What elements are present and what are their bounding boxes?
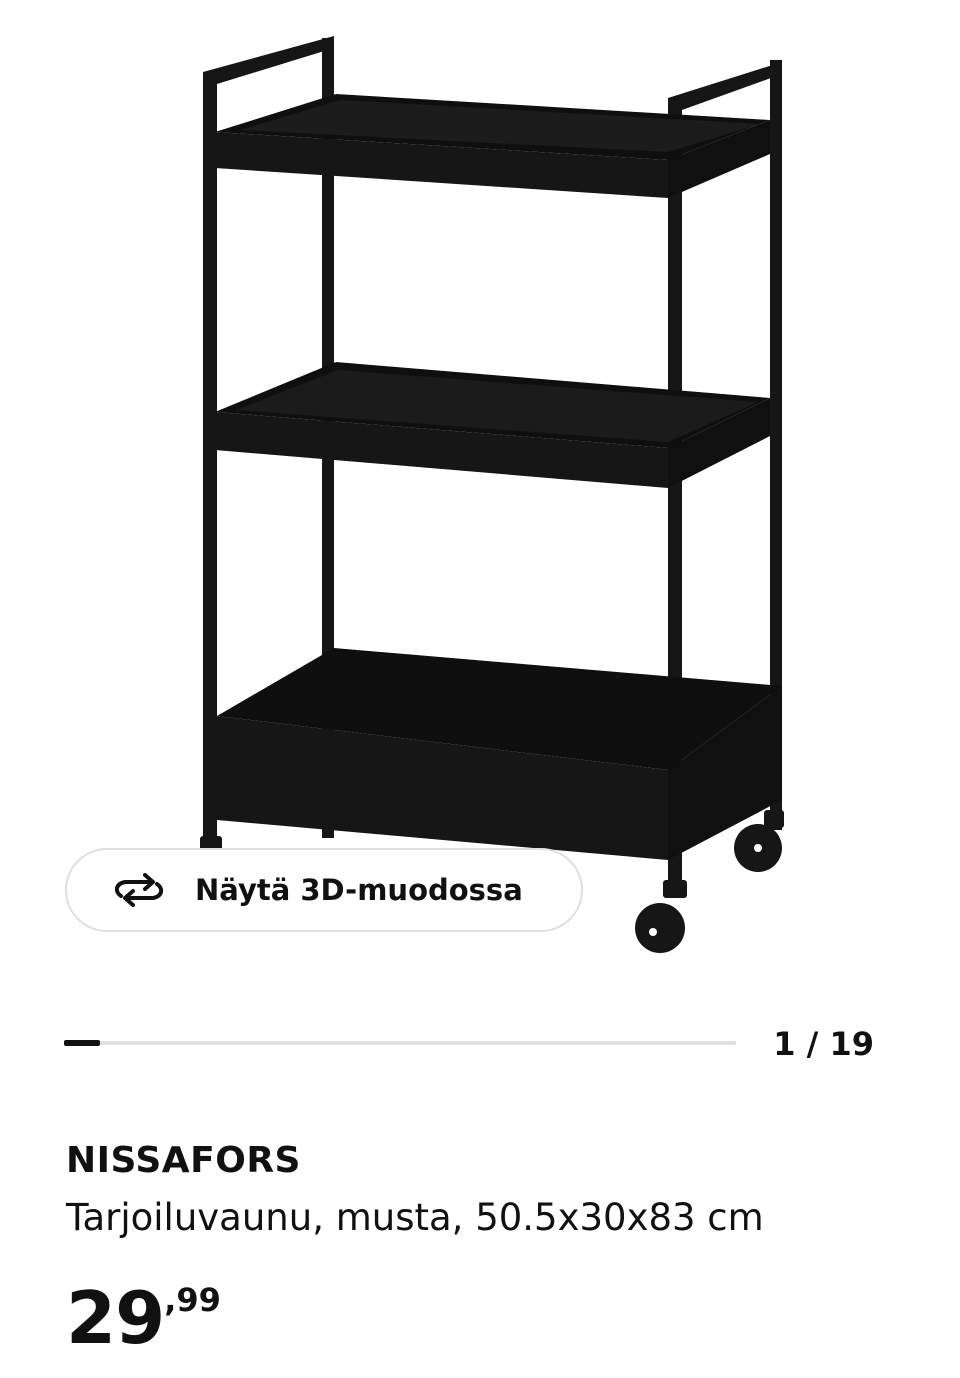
product-description: Tarjoiluvaunu, musta, 50.5x30x83 cm — [66, 1196, 764, 1239]
rotate-3d-icon — [111, 870, 167, 910]
view-3d-button[interactable]: Näytä 3D-muodossa — [65, 848, 583, 932]
serving-cart-illustration — [200, 36, 784, 953]
product-name: NISSAFORS — [66, 1140, 301, 1181]
image-counter: 1 / 19 — [773, 1025, 874, 1063]
image-carousel-indicator: 1 / 19 — [64, 1020, 874, 1070]
product-image[interactable] — [0, 0, 960, 990]
view-3d-label: Näytä 3D-muodossa — [195, 873, 523, 907]
product-page: Näytä 3D-muodossa 1 / 19 NISSAFORS Tarjo… — [0, 0, 960, 1378]
carousel-progress-track[interactable] — [64, 1041, 736, 1045]
carousel-progress-thumb[interactable] — [64, 1040, 100, 1046]
product-price: 29 ,99 — [66, 1282, 221, 1354]
price-decimals: ,99 — [164, 1281, 221, 1319]
price-whole: 29 — [66, 1276, 165, 1360]
